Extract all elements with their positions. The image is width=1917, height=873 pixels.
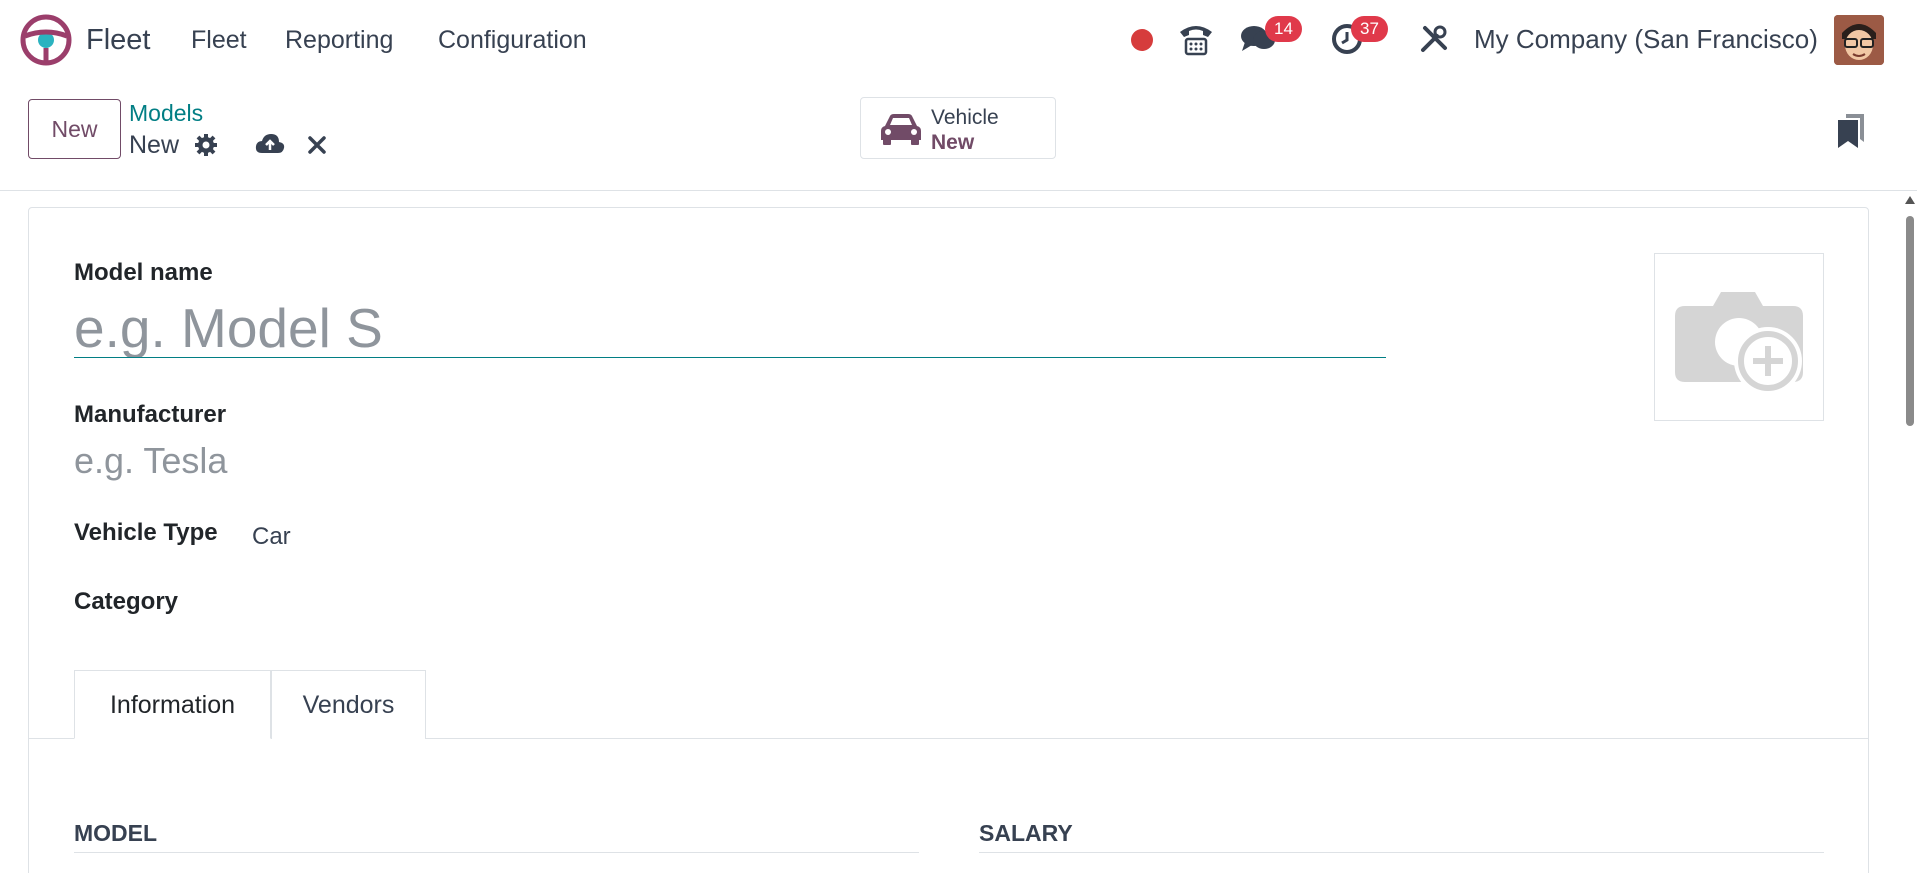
gear-icon[interactable] [194, 133, 218, 157]
scroll-up-icon[interactable] [1905, 196, 1915, 204]
fleet-app-icon[interactable] [20, 14, 72, 66]
discard-close-icon[interactable] [308, 136, 326, 154]
section-salary-title: SALARY [979, 820, 1073, 846]
top-navbar: Fleet Fleet Reporting Configuration 14 3… [0, 0, 1917, 80]
smart-button-label: Vehicle [931, 106, 999, 129]
category-label: Category [74, 588, 179, 615]
car-icon [881, 114, 921, 145]
manufacturer-label: Manufacturer [74, 401, 227, 428]
control-panel: New Models New Vehicle New [0, 80, 1917, 191]
menu-reporting[interactable]: Reporting [285, 26, 393, 55]
vehicle-type-select[interactable]: Car [252, 523, 291, 551]
messages-badge: 14 [1265, 16, 1302, 42]
company-switcher[interactable]: My Company (San Francisco) [1474, 24, 1818, 55]
vertical-scrollbar[interactable] [1903, 196, 1917, 873]
model-name-label: Model name [74, 259, 213, 286]
vehicle-type-label: Vehicle Type [74, 519, 218, 546]
tab-vendors[interactable]: Vendors [271, 670, 426, 739]
status-dot-icon[interactable] [1130, 28, 1154, 52]
app-title[interactable]: Fleet [86, 24, 150, 57]
tab-information[interactable]: Information [74, 670, 271, 739]
section-model-title: MODEL [74, 820, 158, 846]
vehicle-smart-button[interactable]: Vehicle New [860, 97, 1056, 159]
breadcrumb-current: New [129, 131, 180, 159]
smart-button-value: New [931, 131, 975, 154]
phone-icon[interactable] [1178, 22, 1214, 56]
section-model-divider [74, 852, 919, 853]
tools-icon[interactable] [1419, 24, 1449, 54]
image-upload[interactable] [1654, 253, 1824, 421]
menu-configuration[interactable]: Configuration [438, 26, 587, 55]
activities-badge: 37 [1351, 16, 1388, 42]
new-button[interactable]: New [28, 99, 121, 159]
model-name-input[interactable] [74, 298, 1386, 358]
manufacturer-input[interactable] [74, 438, 774, 484]
section-salary-divider [979, 852, 1824, 853]
camera-add-icon [1675, 292, 1803, 395]
user-avatar[interactable] [1834, 15, 1884, 65]
breadcrumb-models[interactable]: Models [129, 100, 203, 127]
menu-fleet[interactable]: Fleet [191, 26, 247, 55]
cloud-upload-icon[interactable] [255, 132, 285, 156]
bookmark-icon[interactable] [1838, 114, 1864, 148]
form-sheet: Model name Manufacturer Vehicle Type Car… [28, 207, 1869, 873]
scrollbar-thumb[interactable] [1906, 216, 1914, 426]
